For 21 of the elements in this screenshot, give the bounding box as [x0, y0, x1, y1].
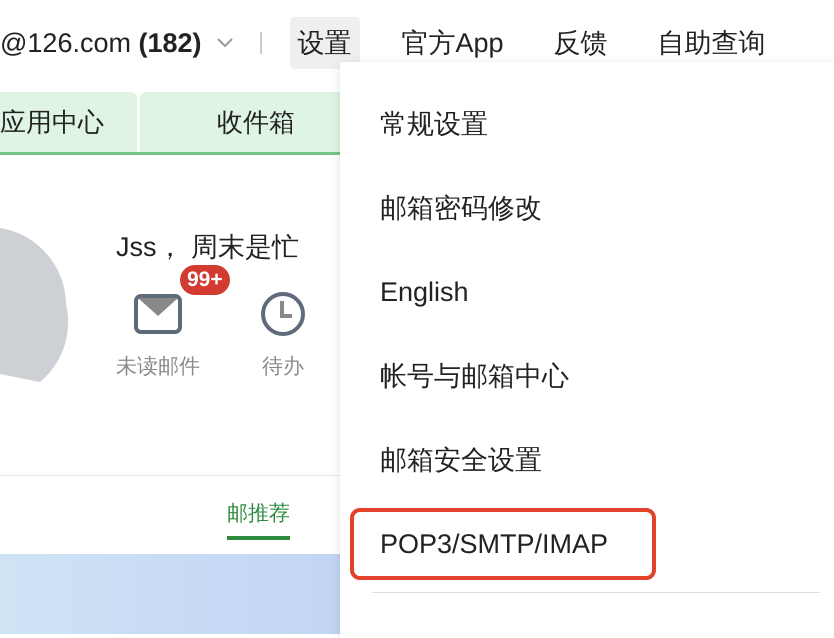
- nav-link[interactable]: 自助查询: [650, 16, 774, 70]
- app-tab[interactable]: 收件箱: [140, 92, 340, 152]
- app-tab[interactable]: 应用中心: [0, 92, 137, 152]
- count-badge: 99+: [180, 265, 230, 295]
- menu-item[interactable]: 常规设置: [340, 82, 834, 166]
- clock-icon: [260, 291, 306, 337]
- chevron-down-icon[interactable]: [216, 37, 234, 49]
- menu-item[interactable]: POP3/SMTP/IMAP: [350, 508, 656, 580]
- nav-link[interactable]: 官方App: [394, 16, 512, 70]
- menu-item[interactable]: 邮箱密码修改: [340, 166, 834, 250]
- nav-link[interactable]: 反馈: [546, 16, 616, 70]
- shortcut-label[interactable]: 待办: [262, 351, 304, 382]
- mail-icon: [134, 294, 182, 334]
- feed-tab[interactable]: 邮推荐: [227, 498, 290, 540]
- menu-item[interactable]: 邮箱安全设置: [340, 418, 834, 502]
- shortcut-label[interactable]: 未读邮件: [116, 351, 200, 382]
- menu-item[interactable]: 帐号与邮箱中心: [340, 334, 834, 418]
- greeting-text: Jss， 周末是忙: [116, 231, 300, 264]
- menu-item[interactable]: English: [340, 250, 834, 334]
- account-address: @126.com (182): [0, 26, 202, 60]
- nav-link[interactable]: 设置: [290, 16, 360, 70]
